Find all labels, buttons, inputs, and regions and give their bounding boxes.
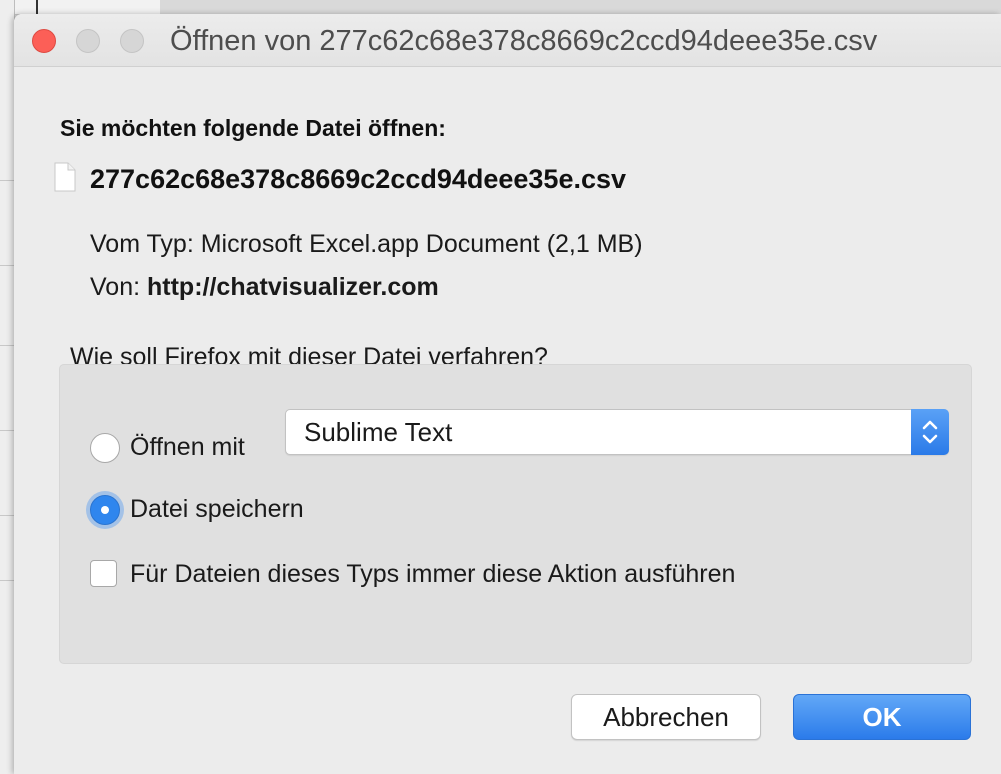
background-divider <box>0 430 14 431</box>
open-with-radio[interactable] <box>90 433 120 463</box>
application-select[interactable]: Sublime Text <box>285 409 949 455</box>
cancel-button[interactable]: Abbrechen <box>571 694 761 740</box>
title-bar[interactable]: Öffnen von 277c62c68e378c8669c2ccd94deee… <box>14 14 1001 67</box>
file-source-line: Von: http://chatvisualizer.com <box>90 273 439 302</box>
always-do-this-checkbox[interactable] <box>90 560 117 587</box>
radio-selected-dot <box>101 506 109 514</box>
window-title: Öffnen von 277c62c68e378c8669c2ccd94deee… <box>170 25 878 57</box>
always-do-this-label[interactable]: Für Dateien dieses Typs immer diese Akti… <box>130 560 735 589</box>
background-divider <box>0 580 14 581</box>
chevron-up-down-icon <box>922 420 938 444</box>
background-divider <box>0 515 14 516</box>
dialog-heading: Sie möchten folgende Datei öffnen: <box>60 115 446 141</box>
open-with-label[interactable]: Öffnen mit <box>130 433 245 462</box>
background-divider <box>36 0 38 14</box>
save-file-radio[interactable] <box>90 495 120 525</box>
minimize-window-button[interactable] <box>76 29 100 53</box>
save-file-label[interactable]: Datei speichern <box>130 495 304 524</box>
background-divider <box>0 345 14 346</box>
background-window-edge <box>0 0 15 774</box>
file-source-url: http://chatvisualizer.com <box>147 273 439 301</box>
file-type-line: Vom Typ: Microsoft Excel.app Document (2… <box>90 230 643 259</box>
background-window-toolbar <box>0 0 160 15</box>
open-file-dialog: Öffnen von 277c62c68e378c8669c2ccd94deee… <box>14 14 1001 774</box>
select-stepper-icon[interactable] <box>911 409 949 455</box>
file-source-label: Von: <box>90 273 141 301</box>
file-name: 277c62c68e378c8669c2ccd94deee35e.csv <box>90 164 627 194</box>
application-select-value: Sublime Text <box>304 417 453 447</box>
document-icon <box>54 162 76 192</box>
file-type-value: Microsoft Excel.app Document (2,1 MB) <box>200 230 643 258</box>
file-type-label: Vom Typ: <box>90 230 194 258</box>
background-divider <box>0 180 14 181</box>
ok-button[interactable]: OK <box>793 694 971 740</box>
background-divider <box>0 265 14 266</box>
close-window-button[interactable] <box>32 29 56 53</box>
zoom-window-button[interactable] <box>120 29 144 53</box>
